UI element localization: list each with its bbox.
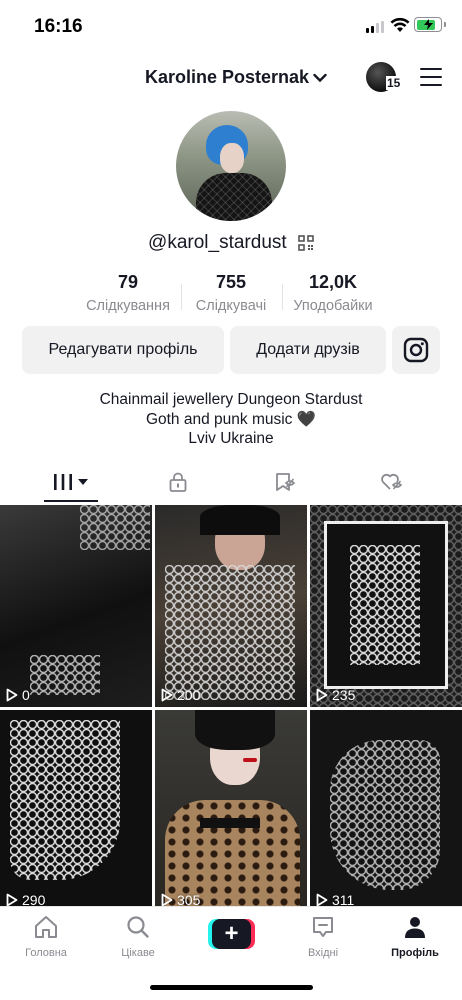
add-friends-button[interactable]: Додати друзів [230, 326, 386, 374]
chevron-down-icon [313, 73, 327, 82]
edit-profile-button[interactable]: Редагувати профіль [22, 326, 224, 374]
home-icon [35, 916, 57, 938]
wifi-icon [390, 17, 410, 32]
status-bar: 16:16 [0, 0, 462, 54]
instagram-icon [403, 337, 429, 363]
caret-down-icon [78, 479, 88, 485]
play-icon [316, 893, 328, 907]
tab-liked[interactable] [372, 460, 412, 504]
stat-following[interactable]: 79 Слідкування [73, 272, 183, 314]
menu-icon[interactable] [420, 68, 442, 86]
profile-bio: Chainmail jewellery Dungeon Stardust Got… [0, 390, 462, 449]
nav-profile[interactable]: Профіль [380, 915, 450, 959]
story-count-badge: 15 [386, 76, 402, 90]
stat-likes[interactable]: 12,0K Уподобайки [278, 272, 388, 314]
inbox-icon [313, 917, 333, 937]
profile-avatar[interactable] [176, 111, 286, 221]
play-icon [161, 688, 173, 702]
video-thumbnail[interactable]: 235 [310, 505, 462, 707]
profile-stats: 79 Слідкування 755 Слідкувачі 12,0K Упод… [0, 272, 462, 322]
nav-label: Цікаве [121, 947, 155, 959]
nav-discover[interactable]: Цікаве [103, 915, 173, 959]
stat-followers[interactable]: 755 Слідкувачі [176, 272, 286, 314]
profile-handle: @karol_stardust [148, 232, 287, 253]
profile-header: Karoline Posternak 15 [0, 60, 462, 96]
video-thumbnail[interactable]: 0 [0, 505, 152, 707]
view-count: 200 [161, 687, 200, 703]
nav-home[interactable]: Головна [11, 915, 81, 959]
view-count: 0 [6, 687, 30, 703]
play-icon [6, 688, 18, 702]
qr-code-icon[interactable] [298, 235, 314, 251]
stat-value: 79 [117, 272, 139, 292]
tab-favorites[interactable] [265, 460, 305, 504]
status-time: 16:16 [34, 16, 83, 37]
stat-label: Слідкування [86, 298, 170, 314]
lock-icon [169, 472, 187, 492]
stat-label: Уподобайки [293, 298, 373, 314]
nav-label: Профіль [391, 947, 439, 959]
plus-icon: + [212, 919, 251, 949]
video-grid: 0 200 235 290 305 311 [0, 505, 462, 912]
nav-inbox[interactable]: Вхідні [288, 915, 358, 959]
stat-value: 12,0K [308, 272, 358, 292]
bio-line: Goth and punk music 🖤 [145, 410, 317, 428]
video-thumbnail[interactable]: 290 [0, 710, 152, 912]
bookmark-hidden-icon [276, 473, 296, 491]
video-thumbnail[interactable]: 200 [155, 505, 307, 707]
video-thumbnail[interactable]: 311 [310, 710, 462, 912]
account-name: Karoline Posternak [145, 67, 310, 87]
home-indicator [150, 985, 313, 990]
view-count-value: 200 [177, 687, 201, 703]
battery-icon [414, 17, 446, 32]
play-icon [316, 688, 328, 702]
play-icon [161, 893, 173, 907]
content-tabs [0, 460, 462, 504]
view-count-value: 235 [332, 687, 356, 703]
nav-label: Вхідні [307, 947, 339, 959]
tab-videos[interactable] [44, 460, 98, 504]
view-count-value: 0 [22, 687, 30, 703]
stat-label: Слідкувачі [195, 298, 267, 314]
video-thumbnail[interactable]: 305 [155, 710, 307, 912]
account-switcher[interactable]: Karoline Posternak [145, 67, 327, 88]
bio-line: Lviv Ukraine [188, 430, 274, 447]
grid-icon [54, 474, 72, 490]
bio-line: Chainmail jewellery Dungeon Stardust [99, 391, 363, 408]
stat-value: 755 [215, 272, 247, 292]
search-icon [127, 916, 149, 938]
active-tab-indicator [44, 500, 98, 502]
create-button[interactable]: + [208, 919, 255, 949]
profile-icon [405, 917, 425, 938]
instagram-button[interactable] [392, 326, 440, 374]
nav-label: Головна [25, 947, 67, 959]
profile-handle-row: @karol_stardust [0, 232, 462, 254]
play-icon [6, 893, 18, 907]
signal-icon [366, 21, 384, 33]
heart-hidden-icon [381, 473, 403, 490]
tab-private[interactable] [158, 460, 198, 504]
view-count: 235 [316, 687, 355, 703]
